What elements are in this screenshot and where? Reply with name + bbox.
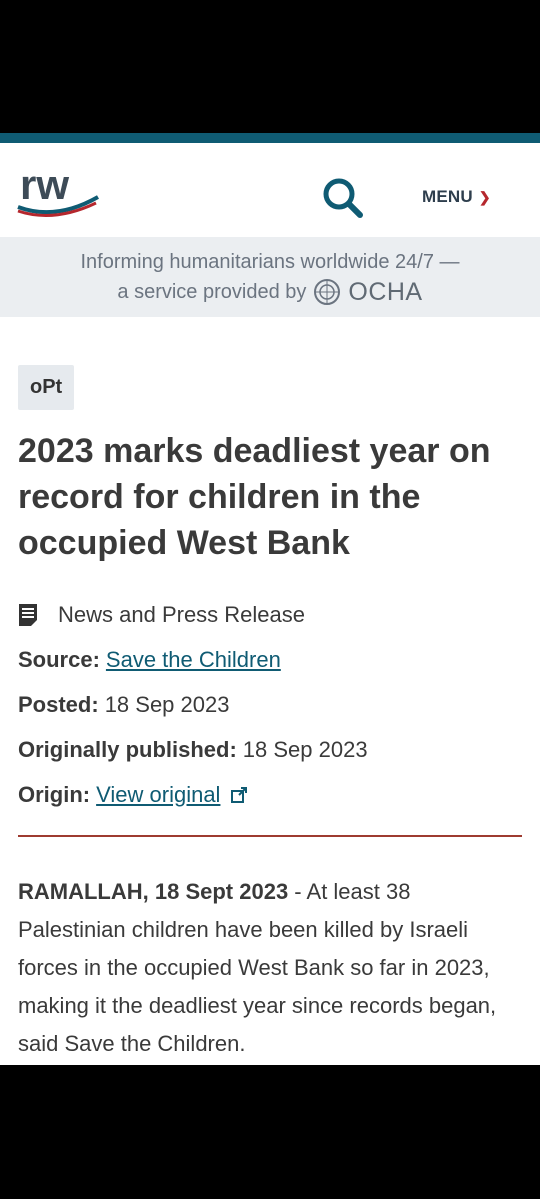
menu-label: MENU: [422, 187, 473, 206]
tagline-line1: Informing humanitarians worldwide 24/7 —: [80, 251, 460, 273]
published-date: 18 Sep 2023: [242, 736, 368, 762]
article-meta: News and Press Release Source: Save the …: [18, 592, 522, 817]
search-icon[interactable]: [318, 173, 366, 221]
navigation-bar-area: [0, 1065, 540, 1199]
tagline-line2-row: a service provided by OCHA: [0, 277, 540, 307]
article: oPt 2023 marks deadliest year on record …: [0, 317, 540, 1063]
origin-label: Origin:: [18, 781, 91, 807]
chevron-down-icon: ❯: [478, 188, 491, 205]
view-original-link[interactable]: View original: [96, 782, 220, 808]
dateline: RAMALLAH, 18 Sept 2023: [18, 879, 289, 904]
posted-row: Posted: 18 Sep 2023: [18, 682, 522, 727]
published-label: Originally published:: [18, 736, 237, 762]
content-format: News and Press Release: [58, 601, 306, 627]
reliefweb-logo[interactable]: rw: [16, 163, 100, 221]
document-icon: [19, 603, 37, 626]
external-link-icon[interactable]: [230, 786, 248, 804]
origin-row: Origin: View original: [18, 772, 522, 817]
tagline-banner: Informing humanitarians worldwide 24/7 —…: [0, 237, 540, 317]
posted-date: 18 Sep 2023: [104, 691, 230, 717]
accent-bar: [0, 133, 540, 143]
site-header: rw MENU ❯: [0, 143, 540, 237]
menu-button[interactable]: MENU ❯: [422, 187, 491, 207]
content-format-row: News and Press Release: [18, 592, 522, 637]
ocha-label[interactable]: OCHA: [348, 277, 422, 307]
source-label: Source:: [18, 646, 100, 672]
body-text: - At least 38 Palestinian children have …: [18, 879, 497, 1056]
un-emblem-icon: [314, 279, 341, 305]
divider: [18, 835, 522, 837]
page: rw MENU ❯ Informing humanitarians worldw…: [0, 133, 540, 1065]
source-row: Source: Save the Children: [18, 637, 522, 682]
article-body: RAMALLAH, 18 Sept 2023 - At least 38 Pal…: [18, 873, 522, 1063]
logo-text: rw: [20, 163, 69, 208]
published-row: Originally published: 18 Sep 2023: [18, 727, 522, 772]
country-tag[interactable]: oPt: [18, 365, 75, 410]
source-link[interactable]: Save the Children: [106, 647, 281, 673]
tagline-line2: a service provided by: [117, 281, 307, 303]
status-bar-area: [0, 0, 540, 133]
article-title: 2023 marks deadliest year on record for …: [18, 432, 491, 562]
posted-label: Posted:: [18, 691, 99, 717]
